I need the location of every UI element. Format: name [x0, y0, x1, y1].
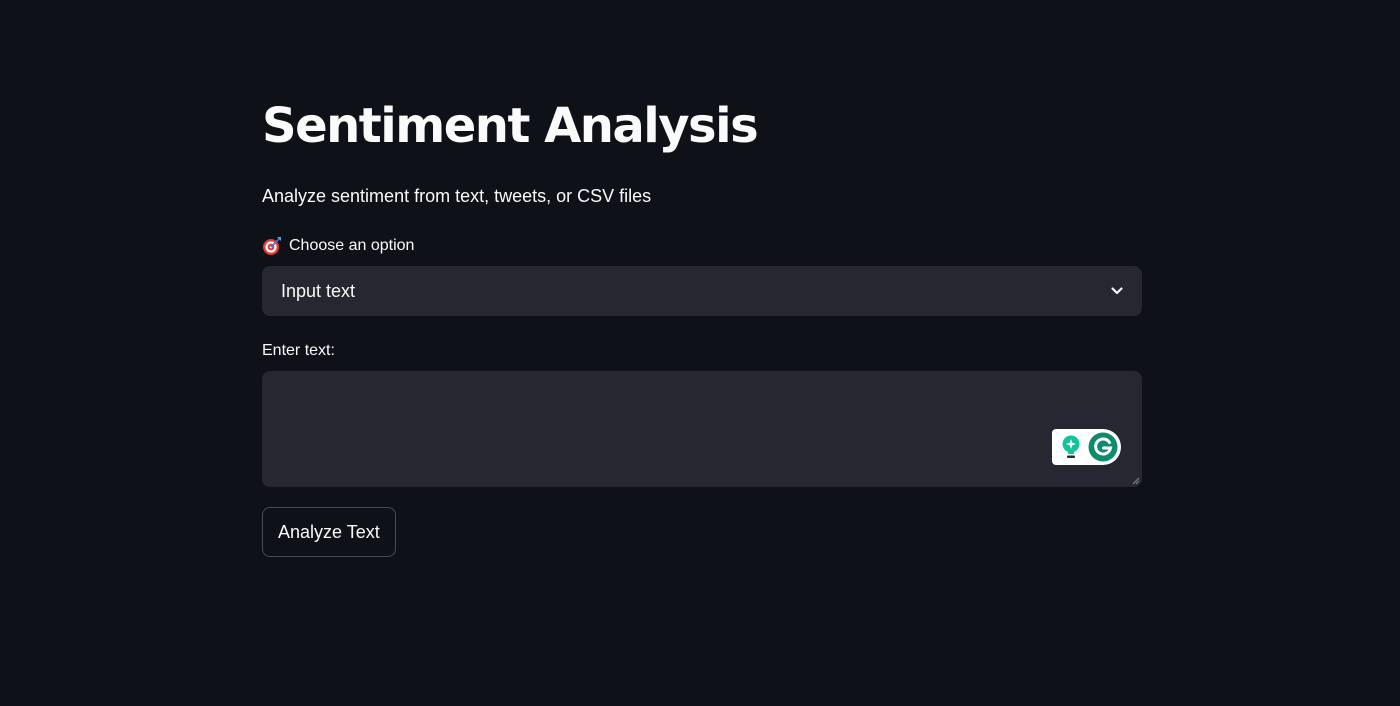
target-icon	[263, 237, 281, 255]
page-title: Sentiment Analysis	[262, 98, 759, 154]
page-subtitle: Analyze sentiment from text, tweets, or …	[262, 186, 652, 206]
text-input-area[interactable]	[262, 371, 1142, 487]
resize-handle-icon[interactable]	[1132, 477, 1140, 485]
grammarly-logo-icon[interactable]	[1088, 432, 1118, 462]
grammarly-widget[interactable]	[1052, 429, 1121, 465]
grammarly-lightbulb-icon[interactable]	[1060, 435, 1082, 459]
option-select-value: Input text	[281, 281, 356, 301]
chevron-down-icon[interactable]	[1109, 283, 1125, 299]
option-select[interactable]: Input text	[262, 266, 1142, 316]
option-select-label: Choose an option	[262, 236, 414, 256]
analyze-text-button[interactable]: Analyze Text	[262, 507, 396, 557]
text-input-label: Enter text:	[262, 342, 335, 359]
option-select-label-text: Choose an option	[289, 237, 415, 254]
